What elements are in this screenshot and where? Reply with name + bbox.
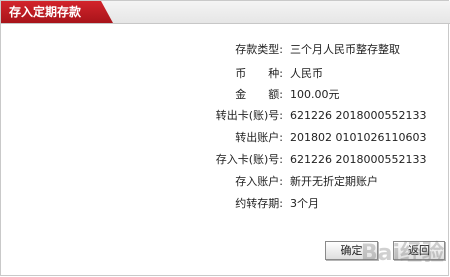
field-value: 3个月 — [290, 197, 319, 210]
field-label: 金 额: — [235, 88, 283, 101]
back-button[interactable]: 返回 — [393, 241, 445, 260]
field-row-deposit-type: 存款类型: 三个月人民币整存整取 — [0, 42, 450, 58]
confirm-button[interactable]: 确定 — [325, 241, 378, 260]
field-row-deposit-in-account: 存入账户: 新开无折定期账户 — [0, 174, 450, 190]
tab-fixed-deposit[interactable]: 存入定期存款 — [1, 1, 113, 23]
field-label: 存入卡(账)号: — [215, 153, 283, 166]
field-value: 新开无折定期账户 — [290, 175, 378, 188]
field-row-transfer-out-card: 转出卡(账)号: 621226 2018000552133 — [0, 108, 450, 124]
field-label: 转出账户: — [235, 131, 283, 144]
field-label: 存款类型: — [235, 43, 283, 56]
field-value: 100.00元 — [290, 88, 340, 101]
field-row-deposit-in-card: 存入卡(账)号: 621226 2018000552133 — [0, 152, 450, 168]
field-value: 人民币 — [290, 67, 323, 80]
field-value: 621226 2018000552133 — [290, 109, 427, 122]
field-label: 约转存期: — [235, 197, 283, 210]
field-label: 存入账户: — [235, 175, 283, 188]
field-label: 币 种: — [235, 67, 283, 80]
field-row-amount: 金 额: 100.00元 — [0, 87, 450, 103]
field-value: 621226 2018000552133 — [290, 153, 427, 166]
field-label: 转出卡(账)号: — [215, 109, 283, 122]
field-row-auto-renew-term: 约转存期: 3个月 — [0, 196, 450, 212]
field-value: 三个月人民币整存整取 — [290, 43, 400, 56]
field-row-currency: 币 种: 人民币 — [0, 66, 450, 82]
field-row-transfer-out-account: 转出账户: 201802 0101026110603 — [0, 130, 450, 146]
field-value: 201802 0101026110603 — [290, 131, 427, 144]
